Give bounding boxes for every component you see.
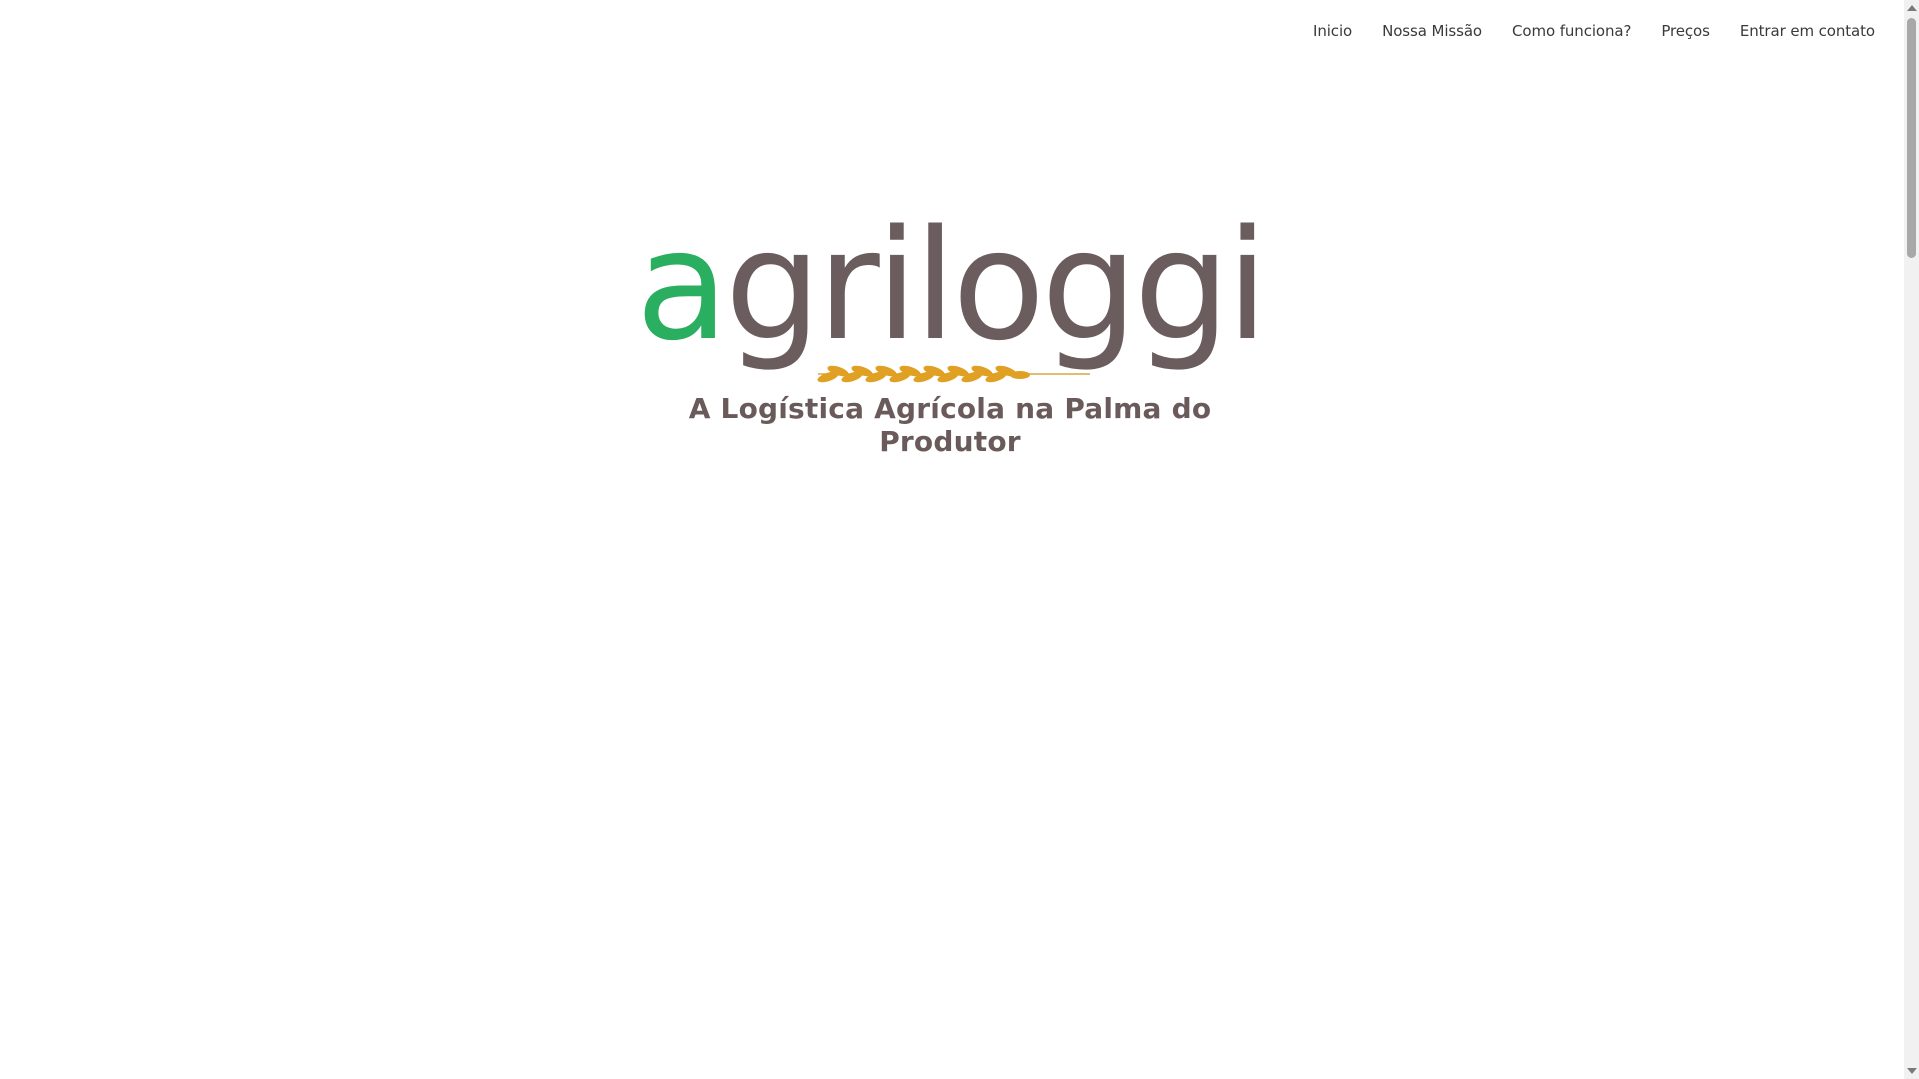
nav-link-nossa-missao[interactable]: Nossa Missão (1382, 22, 1482, 40)
logo-letters-rest: griloggi (725, 200, 1265, 374)
nav-link-precos[interactable]: Preços (1661, 22, 1710, 40)
nav-link-entrar-em-contato[interactable]: Entrar em contato (1740, 22, 1875, 40)
agriloggi-logo: agriloggi (636, 200, 1268, 383)
logo-wordmark: agriloggi (636, 200, 1265, 374)
nav-link-inicio[interactable]: Inicio (1313, 22, 1352, 40)
scroll-down-arrow-icon[interactable] (1907, 1068, 1917, 1074)
hero-tagline: A Logística Agrícola na Palma do Produto… (688, 392, 1212, 458)
landing-page: Inicio Nossa Missão Como funciona? Preço… (0, 0, 1919, 1079)
top-navigation: Inicio Nossa Missão Como funciona? Preço… (1313, 22, 1875, 40)
scroll-up-arrow-icon[interactable] (1907, 5, 1917, 11)
nav-link-como-funciona[interactable]: Como funciona? (1512, 22, 1631, 40)
logo-letter-a: a (636, 200, 725, 374)
vertical-scrollbar[interactable] (1904, 0, 1919, 1079)
hero-section: agriloggi A Logística Agrícola na Palma … (620, 200, 1280, 458)
scrollbar-thumb[interactable] (1907, 18, 1916, 258)
